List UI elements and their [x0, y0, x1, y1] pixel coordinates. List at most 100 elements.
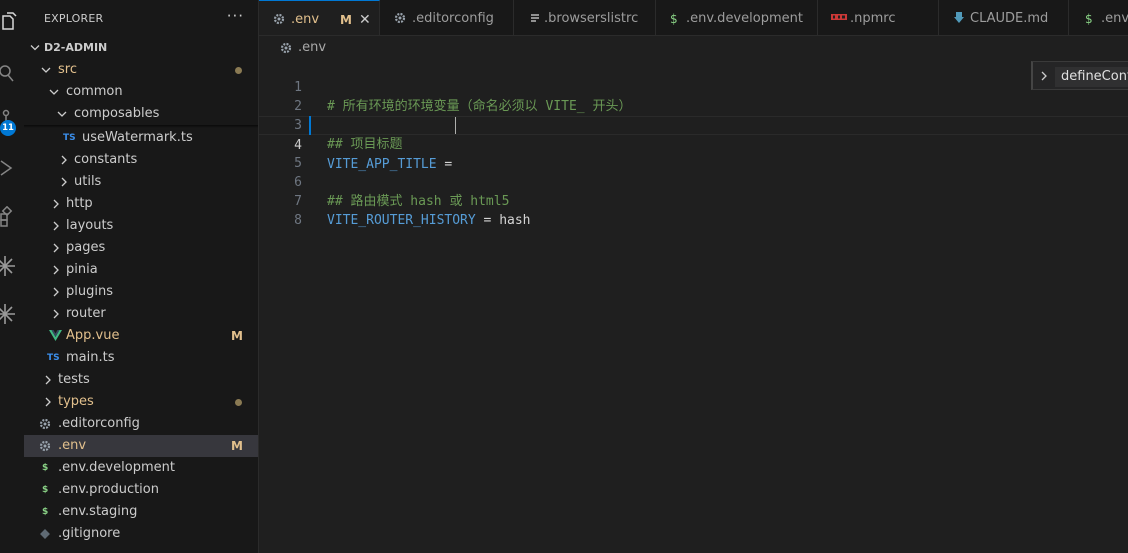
env-variable: VITE_ROUTER_HISTORY — [327, 213, 476, 228]
activity-bar: 11 — [0, 0, 24, 553]
tree-label: src — [58, 62, 77, 77]
tree-label: .gitignore — [58, 526, 121, 541]
tree-label: plugins — [66, 284, 113, 299]
ai-sparkle-icon-2[interactable] — [0, 302, 24, 326]
tree-folder-pages[interactable]: pages — [24, 237, 258, 259]
tree-file-gitignore[interactable]: .gitignore — [24, 523, 258, 545]
code-content: VITE_ROUTER_HISTORY = hash — [327, 211, 531, 230]
chevron-right-icon — [53, 287, 59, 297]
tree-folder-http[interactable]: http — [24, 193, 258, 215]
tree-label: .env — [58, 438, 87, 453]
tab-label: .env.development — [686, 11, 803, 26]
tree-label: constants — [74, 152, 138, 167]
code-line: 3 ## 项目标题 — [259, 97, 1128, 152]
tab-npmrc[interactable]: .npmrc — [818, 0, 939, 35]
more-actions-icon[interactable]: ··· — [227, 7, 244, 25]
git-modified-badge: M — [231, 439, 243, 453]
extensions-icon[interactable] — [0, 205, 24, 230]
chevron-right-icon — [61, 155, 67, 165]
code-line-current: 4 VITE_APP_TITLE = — [259, 116, 1128, 172]
breadcrumb-file[interactable]: .env — [298, 37, 326, 59]
npm-icon — [831, 14, 847, 20]
tree-label: main.ts — [66, 350, 115, 365]
code-line: 7 VITE_ROUTER_HISTORY = hash — [259, 173, 1128, 228]
dollar-icon: $ — [1085, 12, 1093, 26]
tree-folder-common[interactable]: common — [24, 81, 258, 103]
tree-label: .env.production — [58, 482, 159, 497]
tree-file-env-production[interactable]: $ .env.production — [24, 479, 258, 501]
tab-editorconfig[interactable]: .editorconfig — [380, 0, 514, 35]
gear-icon — [39, 440, 51, 452]
tree-folder-src[interactable]: src — [24, 59, 258, 81]
editor-tab-bar: .env M ✕ .editorconfig .browserslistrc $… — [259, 0, 1128, 36]
project-name: D2-ADMIN — [44, 41, 108, 54]
code-line: 2 — [259, 78, 1128, 114]
code-editor[interactable]: 1 # 所有环境的环境变量（命名必须以 VITE_ 开头） 2 3 ## 项目标… — [259, 59, 1128, 553]
tab-label: .env. — [1101, 11, 1128, 26]
gear-icon — [273, 13, 285, 25]
tree-label: layouts — [66, 218, 114, 233]
tab-label: .env — [291, 12, 320, 27]
tab-env-development[interactable]: $ .env.development — [656, 0, 818, 35]
chevron-down-icon — [57, 111, 67, 117]
chevron-right-icon — [45, 375, 51, 385]
tree-folder-types[interactable]: types — [24, 391, 258, 413]
tree-label: pinia — [66, 262, 98, 277]
vscode-window: 11 EXPLORER ··· D2-ADMIN src common comp… — [0, 0, 1128, 553]
explorer-sidebar: EXPLORER ··· D2-ADMIN src common composa… — [24, 0, 259, 553]
chevron-right-icon — [53, 309, 59, 319]
search-icon[interactable] — [0, 62, 24, 86]
git-modified-badge: M — [231, 329, 243, 343]
tree-folder-layouts[interactable]: layouts — [24, 215, 258, 237]
tree-folder-pinia[interactable]: pinia — [24, 259, 258, 281]
tree-folder-tests[interactable]: tests — [24, 369, 258, 391]
tree-file-env-development[interactable]: $ .env.development — [24, 457, 258, 479]
line-number: 8 — [294, 213, 302, 228]
tree-file-editorconfig[interactable]: .editorconfig — [24, 413, 258, 435]
close-icon[interactable]: ✕ — [359, 1, 371, 35]
run-debug-icon[interactable] — [0, 156, 24, 180]
chevron-right-icon — [1041, 71, 1047, 81]
tree-label: types — [58, 394, 94, 409]
tab-env[interactable]: .env M ✕ — [259, 0, 380, 35]
explorer-files-icon[interactable] — [0, 10, 24, 34]
code-line: 6 ## 路由模式 hash 或 html5 — [259, 154, 1128, 209]
tab-label: .browserslistrc — [544, 11, 639, 26]
git-icon — [40, 529, 50, 539]
tree-folder-plugins[interactable]: plugins — [24, 281, 258, 303]
project-root[interactable]: D2-ADMIN — [24, 37, 258, 59]
code-value: = hash — [475, 213, 531, 228]
dollar-icon: $ — [670, 12, 678, 26]
tab-env-more[interactable]: $ .env. — [1069, 0, 1128, 35]
tree-label: composables — [74, 106, 160, 121]
ai-sparkle-icon[interactable] — [0, 254, 24, 278]
git-modified-badge: M — [340, 13, 352, 27]
dollar-icon: $ — [42, 463, 49, 473]
tree-folder-utils[interactable]: utils — [24, 171, 258, 193]
tree-folder-composables[interactable]: composables — [24, 103, 258, 125]
tree-label: http — [66, 196, 93, 211]
tree-label: router — [66, 306, 106, 321]
tree-file-usewatermark[interactable]: TS useWatermark.ts — [24, 127, 258, 149]
typescript-file-icon: TS — [63, 133, 76, 143]
tree-label: tests — [58, 372, 90, 387]
tree-folder-constants[interactable]: constants — [24, 149, 258, 171]
tab-label: .npmrc — [850, 11, 896, 26]
modified-dot — [235, 399, 242, 406]
tab-claude-md[interactable]: CLAUDE.md — [939, 0, 1069, 35]
gear-icon — [280, 42, 292, 54]
tree-label: App.vue — [66, 328, 120, 343]
tree-file-main-ts[interactable]: TS main.ts — [24, 347, 258, 369]
chevron-right-icon — [53, 243, 59, 253]
gear-icon — [394, 12, 406, 24]
tree-file-app-vue[interactable]: App.vue M — [24, 325, 258, 347]
source-control-badge: 11 — [0, 120, 16, 136]
tree-label: common — [66, 84, 123, 99]
tree-file-env[interactable]: .env M — [24, 435, 258, 457]
tree-folder-router[interactable]: router — [24, 303, 258, 325]
tab-browserslistrc[interactable]: .browserslistrc — [514, 0, 656, 35]
tree-file-env-staging[interactable]: $ .env.staging — [24, 501, 258, 523]
tab-label: .editorconfig — [412, 11, 494, 26]
sticky-outline-peek[interactable]: defineConfig — [1031, 61, 1128, 90]
dollar-icon: $ — [42, 485, 49, 495]
